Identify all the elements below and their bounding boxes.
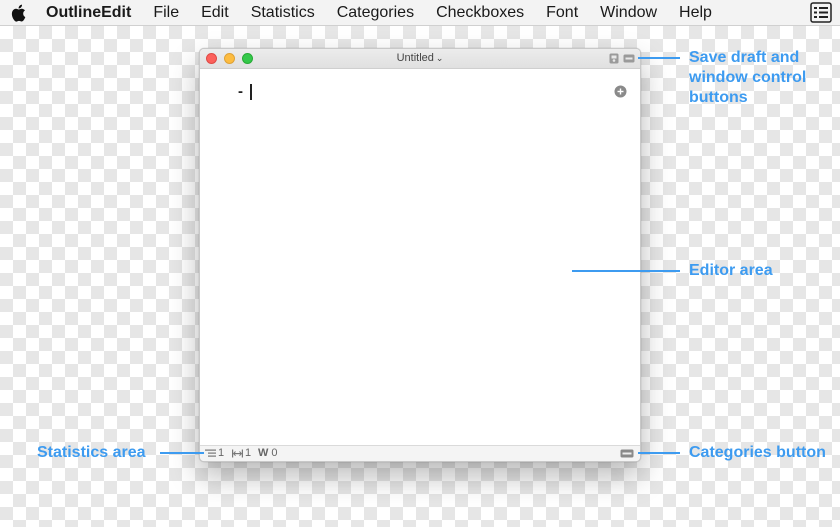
menu-file[interactable]: File — [153, 4, 179, 22]
line-count-value: 1 — [218, 447, 225, 459]
statistics-area-callout: Statistics area — [37, 444, 146, 461]
save-draft-callout-line-3: buttons — [689, 89, 748, 106]
menu-categories[interactable]: Categories — [337, 4, 414, 22]
save-draft-callout-line-2: window control — [689, 69, 807, 86]
editor-area-callout-line — [572, 270, 680, 272]
word-count-value: 0 — [271, 447, 278, 459]
title-chevron-icon: ⌄ — [435, 53, 444, 63]
window-title-text: Untitled — [396, 52, 434, 64]
statistics-area-callout-line — [160, 452, 204, 454]
window-control-icon[interactable] — [623, 53, 635, 64]
width-icon — [232, 449, 243, 457]
text-caret — [250, 84, 252, 100]
menu-app-name[interactable]: OutlineEdit — [46, 4, 131, 22]
categories-button-callout-line — [638, 452, 680, 454]
menu-bar: OutlineEdit File Edit Statistics Categor… — [0, 0, 840, 26]
menu-edit[interactable]: Edit — [201, 4, 229, 22]
statistics-bar: 1 1 W 0 — [200, 445, 640, 461]
title-bar[interactable]: Untitled ⌄ — [200, 49, 640, 69]
apple-icon[interactable] — [10, 4, 26, 22]
save-draft-icon[interactable] — [609, 53, 619, 64]
character-count[interactable]: 1 — [232, 447, 251, 459]
categories-button-callout: Categories button — [689, 444, 826, 461]
character-count-value: 1 — [245, 447, 252, 459]
window-title[interactable]: Untitled ⌄ — [200, 52, 640, 64]
save-draft-callout-line-1: Save draft and — [689, 49, 800, 66]
menu-font[interactable]: Font — [546, 4, 578, 22]
line-count[interactable]: 1 — [205, 447, 224, 459]
categories-icon[interactable] — [620, 449, 634, 458]
word-count-label: W — [258, 447, 269, 459]
menu-window[interactable]: Window — [600, 4, 657, 22]
lines-icon — [205, 449, 216, 457]
menu-statistics[interactable]: Statistics — [251, 4, 315, 22]
editor-area-callout: Editor area — [689, 262, 773, 279]
save-draft-callout-line — [638, 57, 680, 59]
outline-menu-extra-icon[interactable] — [810, 2, 832, 23]
outline-bullet: - — [238, 83, 243, 100]
editor-area[interactable]: - — [200, 69, 640, 446]
document-window: Untitled ⌄ - 1 1 W 0 — [199, 48, 641, 462]
add-icon[interactable] — [614, 85, 627, 98]
menu-help[interactable]: Help — [679, 4, 712, 22]
word-count[interactable]: W 0 — [258, 447, 278, 459]
save-draft-callout: Save draft and window control buttons — [689, 48, 806, 108]
menu-checkboxes[interactable]: Checkboxes — [436, 4, 524, 22]
